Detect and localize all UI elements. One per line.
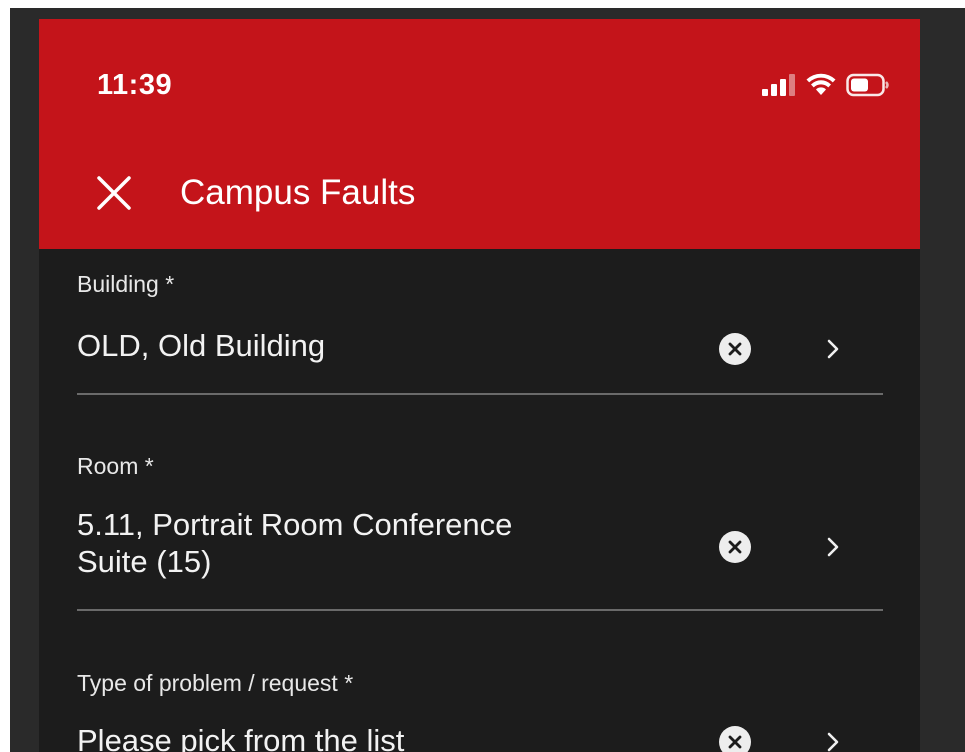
problem-type-value: Please pick from the list <box>77 723 405 752</box>
app-header: 11:39 Campus Faults <box>39 19 920 249</box>
close-icon <box>97 176 131 210</box>
clear-circle-x-icon <box>728 540 742 554</box>
room-divider <box>77 609 883 611</box>
room-clear-button[interactable] <box>719 531 751 563</box>
chevron-right-icon <box>827 732 839 752</box>
wifi-icon <box>806 73 836 95</box>
room-value-line2: Suite (15) <box>77 544 212 579</box>
status-icons <box>762 71 890 99</box>
status-time: 11:39 <box>97 69 173 101</box>
building-value: OLD, Old Building <box>77 328 326 363</box>
problem-type-clear-button[interactable] <box>719 726 751 752</box>
room-label: Room * <box>77 453 154 479</box>
room-chevron-button[interactable] <box>821 531 845 563</box>
frame-left-edge <box>0 0 10 752</box>
problem-type-chevron-button[interactable] <box>821 726 845 752</box>
room-value-line1: 5.11, Portrait Room Conference <box>77 507 513 542</box>
building-field[interactable]: Building * OLD, Old Building <box>77 271 883 396</box>
clear-circle-x-icon <box>728 342 742 356</box>
chevron-right-icon <box>827 537 839 557</box>
room-field[interactable]: Room * 5.11, Portrait Room Conference Su… <box>77 453 883 613</box>
close-button[interactable] <box>95 174 133 212</box>
phone-screen: 11:39 Campus Faults Building * OLD, Old … <box>39 19 920 752</box>
building-label: Building * <box>77 271 175 297</box>
battery-icon <box>846 73 889 97</box>
problem-type-label: Type of problem / request * <box>77 670 354 696</box>
clear-circle-x-icon <box>728 735 742 749</box>
building-clear-button[interactable] <box>719 333 751 365</box>
frame-top-edge <box>0 0 965 8</box>
chevron-right-icon <box>827 339 839 359</box>
screenshot-background: 11:39 Campus Faults Building * OLD, Old … <box>0 0 965 752</box>
page-title: Campus Faults <box>180 173 416 212</box>
cellular-signal-icon <box>762 74 795 96</box>
building-divider <box>77 393 883 395</box>
building-chevron-button[interactable] <box>821 333 845 365</box>
problem-type-field[interactable]: Type of problem / request * Please pick … <box>77 670 883 752</box>
